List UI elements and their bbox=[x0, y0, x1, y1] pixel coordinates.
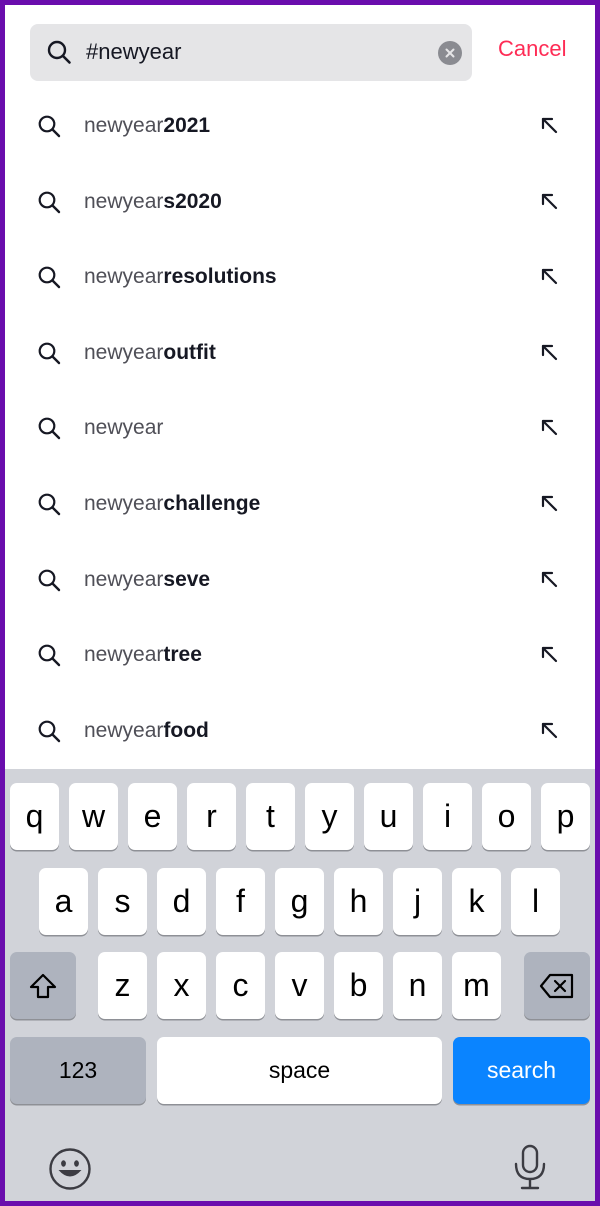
search-icon bbox=[38, 342, 61, 364]
suggestion-item[interactable]: newyearchallenge bbox=[5, 466, 595, 542]
arrow-up-left-icon[interactable] bbox=[539, 115, 559, 135]
suggestion-item[interactable]: newyearoutfit bbox=[5, 315, 595, 391]
arrow-up-left-icon[interactable] bbox=[539, 266, 559, 286]
key-d[interactable]: d bbox=[157, 868, 206, 935]
search-icon bbox=[38, 720, 61, 742]
suggestion-list: newyear2021 newyears2020 newyearresolution… bbox=[5, 88, 595, 768]
arrow-up-left-icon[interactable] bbox=[539, 191, 559, 211]
shift-key[interactable] bbox=[10, 952, 76, 1019]
search-icon bbox=[38, 569, 61, 591]
search-icon bbox=[38, 644, 61, 667]
suggestion-item[interactable]: newyear2021 bbox=[5, 88, 595, 164]
backspace-icon bbox=[539, 973, 574, 998]
key-b[interactable]: b bbox=[334, 952, 383, 1019]
key-c[interactable]: c bbox=[216, 952, 265, 1019]
key-l[interactable]: l bbox=[511, 868, 560, 935]
cancel-button[interactable]: Cancel bbox=[498, 38, 566, 60]
space-key[interactable]: space bbox=[157, 1037, 442, 1104]
key-r[interactable]: r bbox=[187, 783, 236, 850]
suggestion-text: newyearchallenge bbox=[84, 491, 260, 517]
key-m[interactable]: m bbox=[452, 952, 501, 1019]
key-q[interactable]: q bbox=[10, 783, 59, 850]
suggestion-suffix: tree bbox=[163, 643, 202, 667]
key-i[interactable]: i bbox=[423, 783, 472, 850]
arrow-up-left-icon[interactable] bbox=[539, 720, 559, 740]
shift-icon bbox=[29, 973, 57, 998]
key-o[interactable]: o bbox=[482, 783, 531, 850]
suggestion-suffix: food bbox=[163, 718, 209, 742]
suggestion-suffix: 2021 bbox=[163, 114, 211, 137]
keyboard: 123 space search qwertyuiop asdfghjkl zxcv… bbox=[5, 769, 595, 1201]
search-bar[interactable] bbox=[30, 24, 472, 81]
key-g[interactable]: g bbox=[275, 868, 324, 935]
search-icon bbox=[38, 115, 61, 138]
search-icon bbox=[38, 191, 61, 213]
suggestion-prefix: newyear bbox=[84, 416, 164, 440]
key-f[interactable]: f bbox=[216, 868, 265, 935]
suggestion-text: newyearresolutions bbox=[84, 264, 277, 290]
suggestion-suffix: s2020 bbox=[163, 189, 222, 213]
suggestion-item[interactable]: newyearfood bbox=[5, 693, 595, 769]
suggestion-text: newyear bbox=[84, 415, 163, 441]
key-k[interactable]: k bbox=[452, 868, 501, 935]
suggestion-prefix: newyear bbox=[84, 265, 164, 289]
suggestion-prefix: newyear bbox=[84, 643, 164, 667]
key-a[interactable]: a bbox=[39, 868, 88, 935]
suggestion-item[interactable]: newyearseve bbox=[5, 542, 595, 618]
suggestion-prefix: newyear bbox=[84, 567, 164, 591]
suggestion-prefix: newyear bbox=[84, 114, 164, 137]
suggestion-item[interactable]: newyearresolutions bbox=[5, 239, 595, 315]
arrow-up-left-icon[interactable] bbox=[539, 342, 559, 362]
key-w[interactable]: w bbox=[69, 783, 118, 850]
key-v[interactable]: v bbox=[275, 952, 324, 1019]
suggestion-prefix: newyear bbox=[84, 718, 164, 742]
app-screen: Cancel newyear2021newyears2020newyearres… bbox=[5, 5, 595, 1201]
key-p[interactable]: p bbox=[541, 783, 590, 850]
key-e[interactable]: e bbox=[128, 783, 177, 850]
suggestion-text: newyearfood bbox=[84, 718, 209, 744]
search-icon bbox=[38, 266, 61, 289]
suggestion-suffix: seve bbox=[163, 567, 211, 591]
suggestion-item[interactable]: newyear bbox=[5, 390, 595, 466]
suggestion-prefix: newyear bbox=[84, 340, 164, 364]
key-s[interactable]: s bbox=[98, 868, 147, 935]
search-key[interactable]: search bbox=[453, 1037, 590, 1104]
arrow-up-left-icon[interactable] bbox=[539, 644, 559, 664]
suggestion-text: newyear2021 bbox=[84, 113, 210, 139]
search-icon bbox=[38, 417, 61, 440]
search-input[interactable] bbox=[86, 32, 426, 72]
arrow-up-left-icon[interactable] bbox=[539, 569, 559, 589]
arrow-up-left-icon[interactable] bbox=[539, 493, 559, 513]
key-x[interactable]: x bbox=[157, 952, 206, 1019]
suggestion-text: newyeartree bbox=[84, 642, 202, 668]
key-y[interactable]: y bbox=[305, 783, 354, 850]
suggestion-suffix: resolutions bbox=[163, 265, 277, 289]
emoji-icon[interactable] bbox=[48, 1147, 92, 1191]
arrow-up-left-icon[interactable] bbox=[539, 417, 559, 437]
numbers-key[interactable]: 123 bbox=[10, 1037, 146, 1104]
suggestion-item[interactable]: newyears2020 bbox=[5, 164, 595, 240]
suggestion-text: newyearoutfit bbox=[84, 340, 216, 366]
search-icon bbox=[38, 493, 61, 516]
key-n[interactable]: n bbox=[393, 952, 442, 1019]
key-t[interactable]: t bbox=[246, 783, 295, 850]
suggestion-prefix: newyear bbox=[84, 491, 164, 515]
clear-icon[interactable] bbox=[438, 41, 462, 65]
key-j[interactable]: j bbox=[393, 868, 442, 935]
suggestion-suffix: outfit bbox=[163, 340, 216, 364]
search-icon bbox=[47, 40, 71, 64]
suggestion-text: newyearseve bbox=[84, 567, 210, 593]
key-u[interactable]: u bbox=[364, 783, 413, 850]
delete-key[interactable] bbox=[524, 952, 590, 1019]
suggestion-item[interactable]: newyeartree bbox=[5, 617, 595, 693]
key-h[interactable]: h bbox=[334, 868, 383, 935]
suggestion-suffix: challenge bbox=[163, 491, 261, 515]
suggestion-prefix: newyear bbox=[84, 189, 164, 213]
microphone-icon[interactable] bbox=[510, 1143, 550, 1191]
key-z[interactable]: z bbox=[98, 952, 147, 1019]
suggestion-text: newyears2020 bbox=[84, 189, 222, 215]
